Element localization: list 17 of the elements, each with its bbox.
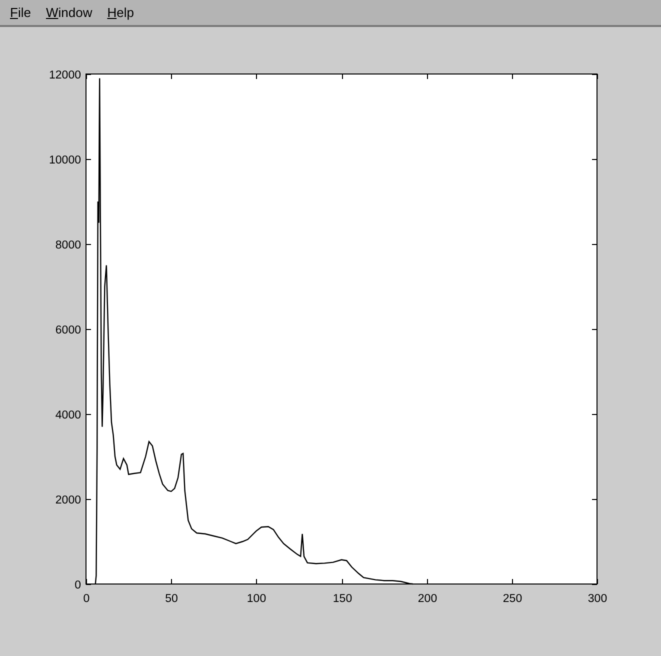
x-tick-label: 100	[246, 593, 266, 605]
x-tick-label: 250	[502, 593, 522, 605]
y-tick-label: 8000	[55, 240, 81, 252]
y-tick-label: 10000	[49, 154, 81, 166]
y-tick-label: 12000	[49, 70, 81, 82]
x-tick-label: 50	[165, 593, 178, 605]
menu-item[interactable]: File	[10, 5, 31, 20]
menu-item[interactable]: Window	[46, 5, 92, 20]
y-tick-label: 4000	[55, 410, 81, 422]
menu-item[interactable]: Help	[107, 5, 134, 20]
x-tick-label: 150	[332, 593, 352, 605]
y-tick-label: 6000	[55, 324, 81, 336]
y-tick-label: 0	[74, 580, 81, 592]
y-tick-label: 2000	[55, 494, 81, 506]
x-tick-label: 0	[83, 593, 90, 605]
x-tick-label: 200	[418, 593, 438, 605]
x-tick-label: 300	[588, 593, 608, 605]
